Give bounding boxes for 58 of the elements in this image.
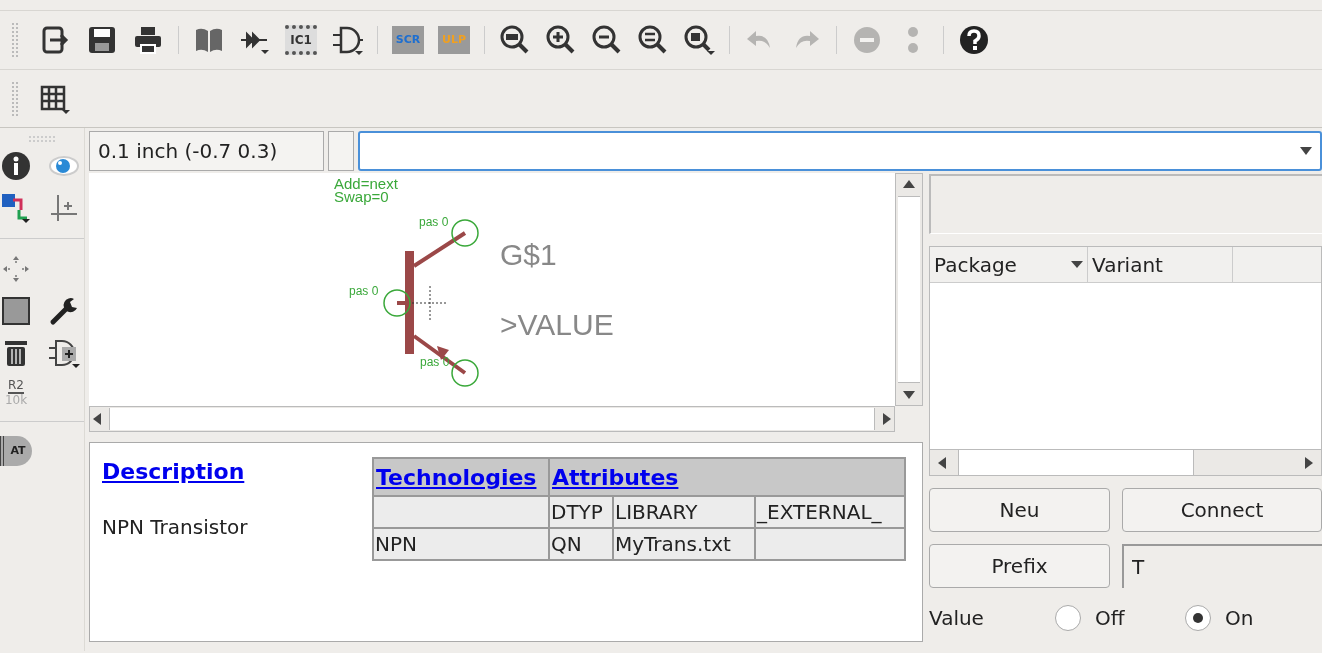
- add-gate-icon[interactable]: [48, 337, 80, 369]
- dropdown-icon[interactable]: [1300, 147, 1312, 155]
- zoom-select-icon[interactable]: [683, 24, 715, 56]
- layer-field[interactable]: [328, 131, 354, 171]
- layers-icon[interactable]: [0, 192, 32, 224]
- group-icon[interactable]: [0, 295, 32, 327]
- radio-label[interactable]: Off: [1095, 603, 1125, 633]
- vertical-scrollbar[interactable]: [895, 173, 923, 406]
- scroll-right-icon[interactable]: [883, 413, 891, 425]
- scroll-up-icon[interactable]: [903, 180, 915, 188]
- package-list[interactable]: Package Variant: [929, 246, 1322, 476]
- column-header[interactable]: Package: [930, 247, 1088, 282]
- help-icon[interactable]: [958, 24, 990, 56]
- pin-label: pas 0: [419, 216, 449, 228]
- gate-note: Add=next: [334, 176, 398, 191]
- column-header[interactable]: Variant: [1088, 247, 1233, 282]
- print-icon[interactable]: [132, 24, 164, 56]
- horizontal-scrollbar[interactable]: [930, 449, 1321, 475]
- scroll-down-icon[interactable]: [903, 391, 915, 399]
- crosshair: [411, 285, 449, 322]
- pin-circle: [383, 289, 411, 317]
- radio-label[interactable]: On: [1225, 603, 1254, 633]
- scroll-left-icon[interactable]: [938, 456, 946, 469]
- horizontal-scrollbar[interactable]: [89, 406, 895, 432]
- zoom-fit-icon[interactable]: [499, 24, 531, 56]
- pin-circle: [451, 219, 479, 247]
- gate-icon[interactable]: [331, 24, 363, 56]
- scroll-right-icon[interactable]: [1305, 456, 1313, 469]
- radio-button[interactable]: [1055, 605, 1081, 631]
- value-placeholder: >VALUE: [500, 310, 614, 340]
- save-icon[interactable]: [86, 24, 118, 56]
- value-label: Value: [929, 605, 985, 632]
- zoom-in-icon[interactable]: [545, 24, 577, 56]
- table-cell: MyTrans.txt: [613, 528, 755, 560]
- description-text: NPN Transistor: [102, 514, 248, 541]
- origin-mark-icon[interactable]: [48, 192, 80, 224]
- sort-icon: [1071, 261, 1083, 268]
- gate-note: Swap=0: [334, 189, 389, 204]
- pin-label: pas 0: [349, 285, 379, 297]
- name-placeholder: G$1: [500, 240, 557, 270]
- zoom-out-icon[interactable]: [591, 24, 623, 56]
- command-field[interactable]: [358, 131, 1322, 171]
- attribute-icon[interactable]: AT: [0, 436, 32, 466]
- wrench-icon[interactable]: [48, 295, 80, 327]
- pin-circle: [451, 359, 479, 387]
- zoom-redraw-icon[interactable]: [637, 24, 669, 56]
- table-cell: QN: [549, 528, 613, 560]
- connect-button[interactable]: Connect: [1122, 488, 1322, 532]
- coordinate-display: 0.1 inch (-0.7 0.3): [89, 131, 324, 171]
- new-button[interactable]: Neu: [929, 488, 1110, 532]
- prefix-button[interactable]: Prefix: [929, 544, 1110, 588]
- chip-icon[interactable]: IC1: [285, 25, 317, 55]
- table-cell: NPN: [373, 528, 549, 560]
- description-link[interactable]: Description: [102, 455, 245, 488]
- info-icon[interactable]: [0, 150, 32, 182]
- scroll-left-icon[interactable]: [93, 413, 101, 425]
- prefix-field[interactable]: T: [1122, 544, 1322, 588]
- radio-button[interactable]: [1185, 605, 1211, 631]
